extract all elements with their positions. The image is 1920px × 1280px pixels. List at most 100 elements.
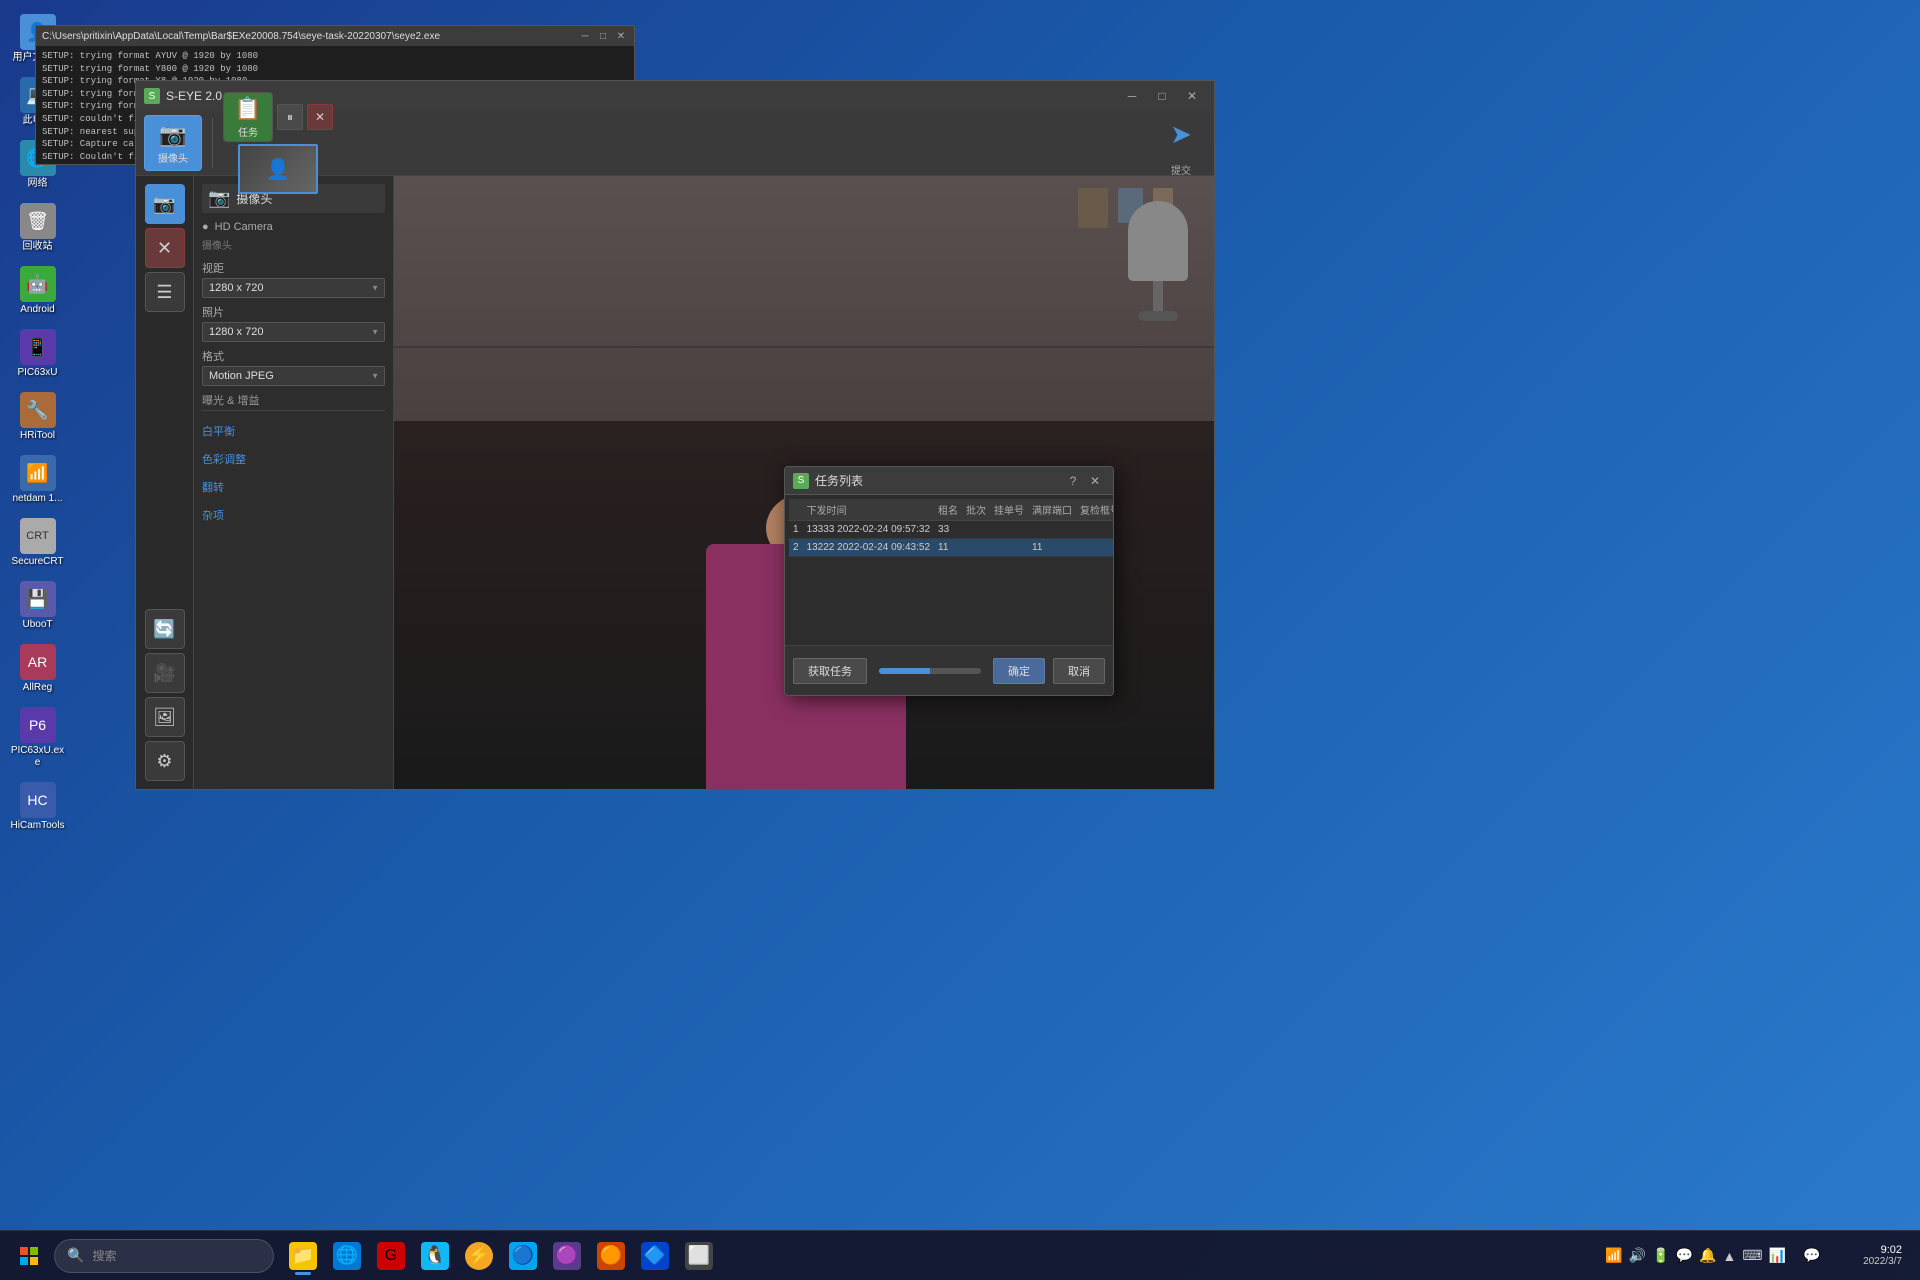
terminal-maximize-btn[interactable]: □ bbox=[596, 29, 610, 43]
volume-icon[interactable]: 🔊 bbox=[1629, 1247, 1646, 1264]
taskbar-browser[interactable]: ⚡ bbox=[458, 1235, 500, 1277]
taskbar-qq[interactable]: 🐧 bbox=[414, 1235, 456, 1277]
stop-btn[interactable]: ✕ bbox=[307, 104, 333, 130]
main-video-area: S 任务列表 ? ✕ bbox=[394, 176, 1214, 789]
terminal-line-2: SETUP: trying format Y800 @ 1920 by 1080 bbox=[42, 63, 628, 76]
taskbar-app-9[interactable]: ⬜ bbox=[678, 1235, 720, 1277]
row2-order bbox=[990, 539, 1028, 557]
sidebar-video-btn[interactable]: 🎥 bbox=[145, 653, 185, 693]
desktop-icon-pic63[interactable]: 📱 PIC63xU bbox=[5, 325, 70, 383]
taskbar-icon-8: 🔷 bbox=[641, 1242, 669, 1270]
task-toolbar-btn[interactable]: 📋 任务 bbox=[223, 92, 273, 142]
table-row-2[interactable]: 2 13222 2022-02-24 09:43:52 11 11 bbox=[789, 539, 1113, 557]
desktop-icon-pic63exe[interactable]: P6 PIC63xU.exe bbox=[5, 703, 70, 773]
dialog-close-btn[interactable]: ✕ bbox=[1085, 472, 1105, 490]
systray: 📶 🔊 🔋 💬 🔔 ▲ ⌨ 📊 bbox=[1605, 1247, 1786, 1264]
col-index bbox=[789, 499, 803, 521]
desktop: 👤 用户文件夹 💻 此电脑 🌐 网络 🗑 回收站 🤖 Android 📱 PIC… bbox=[0, 0, 1920, 1280]
sidebar-image-btn[interactable]: 🖼 bbox=[145, 697, 185, 737]
camera-toolbar-btn[interactable]: 📷 摄像头 bbox=[144, 115, 202, 171]
netdam-icon: 📶 bbox=[20, 455, 56, 491]
photo-row: 照片 1280 x 720 bbox=[202, 304, 385, 342]
submit-icon: ➤ bbox=[1170, 119, 1192, 150]
wifi-icon[interactable]: 📶 bbox=[1605, 1247, 1622, 1264]
desktop-icon-securecrt[interactable]: CRT SecureCRT bbox=[5, 514, 70, 572]
submit-area: ➤ 提交 bbox=[1156, 110, 1206, 177]
battery-icon[interactable]: 🔋 bbox=[1652, 1247, 1669, 1264]
camera-btn-label: 摄像头 bbox=[158, 150, 188, 165]
dialog-titlebar: S 任务列表 ? ✕ bbox=[785, 467, 1113, 495]
taskbar-file-explorer[interactable]: 📁 bbox=[282, 1235, 324, 1277]
sidebar-settings-btn[interactable]: ⚙ bbox=[145, 741, 185, 781]
chat-icon[interactable]: 💬 bbox=[1676, 1247, 1693, 1264]
desktop-icon-netdam[interactable]: 📶 netdam 1... bbox=[5, 451, 70, 509]
camera-name-label: HD Camera bbox=[215, 221, 273, 233]
submit-btn[interactable]: ➤ bbox=[1156, 110, 1206, 160]
submit-label: 提交 bbox=[1171, 162, 1191, 177]
sidebar-refresh-btn[interactable]: 🔄 bbox=[145, 609, 185, 649]
pic63exe-icon: P6 bbox=[20, 707, 56, 743]
desktop-icon-recycle[interactable]: 🗑 回收站 bbox=[5, 199, 70, 257]
app-close-btn[interactable]: ✕ bbox=[1178, 86, 1206, 106]
whitebalance-link[interactable]: 白平衡 bbox=[202, 423, 385, 439]
task-table-body: 1 13333 2022-02-24 09:57:32 33 bbox=[789, 521, 1113, 557]
taskbar-clock[interactable]: 9:02 2022/3/7 bbox=[1838, 1242, 1908, 1269]
taskbar-app-8[interactable]: 🔷 bbox=[634, 1235, 676, 1277]
resolution-select[interactable]: 1280 x 720 bbox=[202, 278, 385, 298]
sidebar-camera-btn[interactable]: 📷 bbox=[145, 184, 185, 224]
desktop-icons-panel: 👤 用户文件夹 💻 此电脑 🌐 网络 🗑 回收站 🤖 Android 📱 PIC… bbox=[0, 0, 70, 1280]
desktop-icon-hicamtools[interactable]: HC HiCamTools bbox=[5, 778, 70, 836]
edge-icon: 🌐 bbox=[333, 1242, 361, 1270]
taskbar-app-7[interactable]: 🟠 bbox=[590, 1235, 632, 1277]
taskbar-app-5[interactable]: 🔵 bbox=[502, 1235, 544, 1277]
bars-icon[interactable]: 📊 bbox=[1769, 1247, 1786, 1264]
app-maximize-btn[interactable]: □ bbox=[1148, 86, 1176, 106]
row1-frame bbox=[1076, 521, 1113, 539]
format-select[interactable]: Motion JPEG bbox=[202, 366, 385, 386]
stop-icon: ✕ bbox=[315, 110, 325, 124]
col-order: 挂单号 bbox=[990, 499, 1028, 521]
color-link[interactable]: 色彩调整 bbox=[202, 451, 385, 467]
pause-icon: ⏸ bbox=[287, 110, 293, 125]
get-task-btn[interactable]: 获取任务 bbox=[793, 658, 867, 684]
photo-select[interactable]: 1280 x 720 bbox=[202, 322, 385, 342]
desktop-icon-uboot[interactable]: 💾 UbooT bbox=[5, 577, 70, 635]
table-row-1[interactable]: 1 13333 2022-02-24 09:57:32 33 bbox=[789, 521, 1113, 539]
pic63exe-label: PIC63xU.exe bbox=[9, 745, 66, 769]
cancel-btn[interactable]: 取消 bbox=[1053, 658, 1105, 684]
action-center-btn[interactable]: 💬 bbox=[1794, 1238, 1830, 1274]
notification-icon[interactable]: 🔔 bbox=[1699, 1247, 1716, 1264]
task-dialog[interactable]: S 任务列表 ? ✕ bbox=[784, 466, 1114, 696]
desktop-icon-allreg[interactable]: AR AllReg bbox=[5, 640, 70, 698]
dialog-help-btn[interactable]: ? bbox=[1063, 472, 1083, 490]
uboot-icon: 💾 bbox=[20, 581, 56, 617]
camera-thumb-1[interactable]: 👤 bbox=[238, 144, 318, 194]
col-rentname: 租名 bbox=[934, 499, 962, 521]
app-minimize-btn[interactable]: ─ bbox=[1118, 86, 1146, 106]
desktop-icon-hritool[interactable]: 🔧 HRiTool bbox=[5, 388, 70, 446]
dialog-title: S 任务列表 bbox=[793, 472, 863, 489]
search-icon: 🔍 bbox=[67, 1247, 84, 1264]
terminal-minimize-btn[interactable]: ─ bbox=[578, 29, 592, 43]
terminal-close-btn[interactable]: ✕ bbox=[614, 29, 628, 43]
col-batch: 批次 bbox=[962, 499, 990, 521]
taskbar-right: 📶 🔊 🔋 💬 🔔 ▲ ⌨ 📊 💬 9:02 2022/3/7 bbox=[1605, 1238, 1912, 1274]
keyboard-icon[interactable]: ⌨ bbox=[1742, 1247, 1762, 1264]
row1-index: 1 bbox=[789, 521, 803, 539]
flip-link[interactable]: 翻转 bbox=[202, 479, 385, 495]
windows-logo-icon bbox=[20, 1247, 38, 1265]
settings-section-label: 摄像头 bbox=[202, 237, 385, 252]
desktop-icon-android[interactable]: 🤖 Android bbox=[5, 262, 70, 320]
pause-btn[interactable]: ⏸ bbox=[277, 104, 303, 130]
up-icon[interactable]: ▲ bbox=[1722, 1248, 1736, 1264]
start-button[interactable] bbox=[8, 1238, 50, 1274]
taskbar-edge[interactable]: 🌐 bbox=[326, 1235, 368, 1277]
other-link[interactable]: 杂项 bbox=[202, 507, 385, 523]
taskbar-app-6[interactable]: 🟣 bbox=[546, 1235, 588, 1277]
confirm-btn[interactable]: 确定 bbox=[993, 658, 1045, 684]
taskbar-g-security[interactable]: G bbox=[370, 1235, 412, 1277]
taskbar-search[interactable]: 🔍 搜索 bbox=[54, 1239, 274, 1273]
row2-frame bbox=[1076, 539, 1113, 557]
sidebar-close-btn[interactable]: ✕ bbox=[145, 228, 185, 268]
sidebar-menu-btn[interactable]: ☰ bbox=[145, 272, 185, 312]
